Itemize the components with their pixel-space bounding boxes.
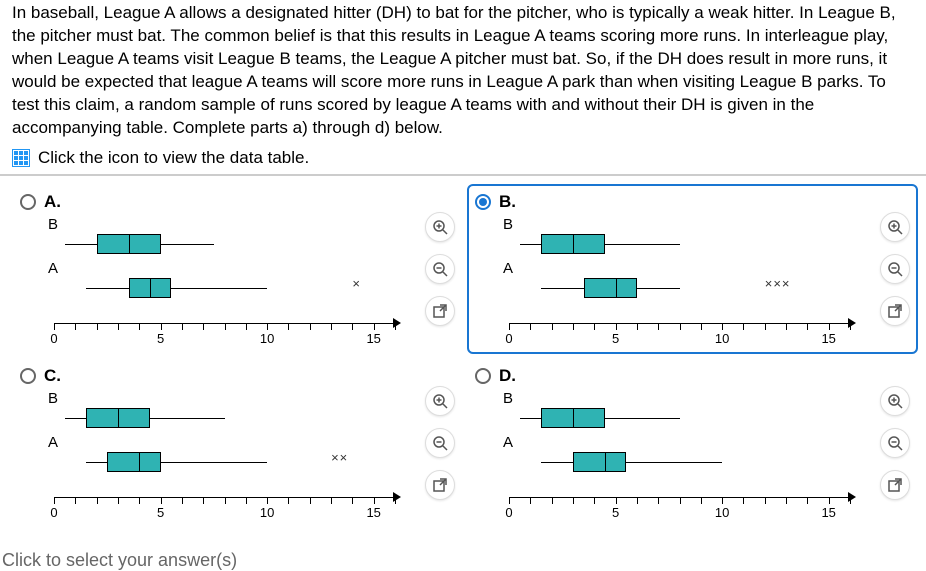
choice-label: B. <box>499 192 516 212</box>
radio-c[interactable] <box>20 368 36 384</box>
pop-out-icon[interactable] <box>880 296 910 326</box>
pop-out-icon[interactable] <box>880 470 910 500</box>
boxplot-d: BA051015 <box>509 390 850 520</box>
choice-label: C. <box>44 366 61 386</box>
axis-tick-label: 15 <box>821 505 835 520</box>
axis-tick-label: 5 <box>157 505 164 520</box>
axis-tick-label: 10 <box>260 331 274 346</box>
axis-tick-label: 10 <box>260 505 274 520</box>
zoom-out-icon[interactable] <box>425 428 455 458</box>
choice-d[interactable]: D. B A 0 5 10 15 <box>467 358 918 528</box>
zoom-out-icon[interactable] <box>425 254 455 284</box>
outlier-marker: × <box>352 276 361 291</box>
axis-tick-label: 15 <box>366 331 380 346</box>
series-label: A <box>48 260 58 277</box>
choice-b[interactable]: B. B A ××× 0 5 10 15 <box>467 184 918 354</box>
pop-out-icon[interactable] <box>425 296 455 326</box>
outlier-marker: ××× <box>765 276 791 291</box>
choices-scroll[interactable]: A.BA×051015B.BA×××051015C.BA××051015D.BA… <box>0 180 926 550</box>
axis-tick-label: 0 <box>505 331 512 346</box>
zoom-in-icon[interactable] <box>880 212 910 242</box>
zoom-in-icon[interactable] <box>425 212 455 242</box>
series-label: A <box>48 434 58 451</box>
series-label: A <box>503 260 513 277</box>
boxplot-c: BA××051015 <box>54 390 395 520</box>
footer-hint: Click to select your answer(s) <box>2 550 237 571</box>
boxplot-a: BA×051015 <box>54 216 395 346</box>
choice-c[interactable]: C. B A ×× 0 5 10 15 <box>12 358 463 528</box>
zoom-in-icon[interactable] <box>880 386 910 416</box>
axis-tick-label: 15 <box>821 331 835 346</box>
zoom-out-icon[interactable] <box>880 428 910 458</box>
choice-label: A. <box>44 192 61 212</box>
axis-tick-label: 5 <box>612 331 619 346</box>
axis-tick-label: 10 <box>715 505 729 520</box>
axis-tick-label: 15 <box>366 505 380 520</box>
series-label: B <box>48 390 58 407</box>
series-label: A <box>503 434 513 451</box>
series-label: B <box>503 390 513 407</box>
series-label: B <box>48 216 58 233</box>
axis-tick-label: 0 <box>505 505 512 520</box>
choice-a[interactable]: A. B A × 0 5 10 15 <box>12 184 463 354</box>
table-icon <box>12 149 30 167</box>
axis-tick-label: 10 <box>715 331 729 346</box>
radio-b[interactable] <box>475 194 491 210</box>
data-table-link-text: Click the icon to view the data table. <box>38 148 309 168</box>
series-label: B <box>503 216 513 233</box>
zoom-in-icon[interactable] <box>425 386 455 416</box>
zoom-out-icon[interactable] <box>880 254 910 284</box>
question-text: In baseball, League A allows a designate… <box>0 0 926 148</box>
radio-d[interactable] <box>475 368 491 384</box>
outlier-marker: ×× <box>331 450 348 465</box>
divider <box>0 174 926 176</box>
radio-a[interactable] <box>20 194 36 210</box>
axis-tick-label: 5 <box>612 505 619 520</box>
boxplot-b: BA×××051015 <box>509 216 850 346</box>
data-table-link[interactable]: Click the icon to view the data table. <box>0 148 926 174</box>
axis-tick-label: 5 <box>157 331 164 346</box>
pop-out-icon[interactable] <box>425 470 455 500</box>
axis-tick-label: 0 <box>50 505 57 520</box>
axis-tick-label: 0 <box>50 331 57 346</box>
choice-label: D. <box>499 366 516 386</box>
